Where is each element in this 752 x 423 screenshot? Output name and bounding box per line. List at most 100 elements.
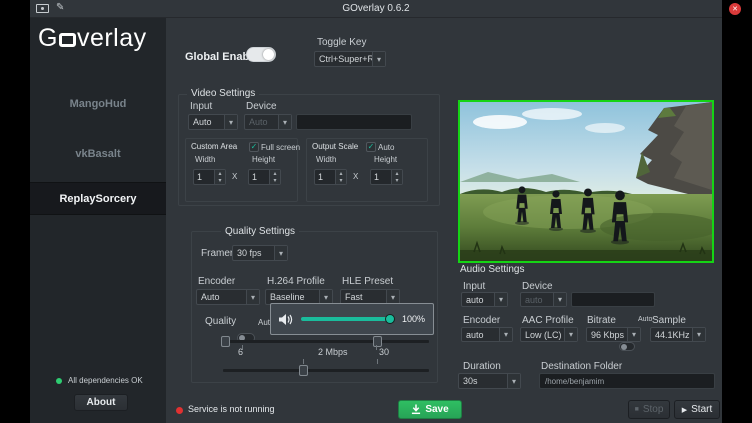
toggle-key-label: Toggle Key [317,37,366,48]
sidebar-item-vkbasalt[interactable]: vkBasalt [30,140,166,168]
stop-button[interactable]: ■ Stop [628,400,670,419]
output-width-stepper[interactable]: 1 ▴▾ [314,169,347,185]
audio-settings-title: Audio Settings [460,264,525,275]
volume-percent: 100% [402,314,425,324]
quality-max-handle[interactable] [373,336,382,347]
output-height-label: Height [374,155,397,164]
status-ok-dot [56,378,62,384]
save-button[interactable]: Save [398,400,462,419]
hle-preset-label: HLE Preset [342,276,393,287]
logo-text-prefix: G [38,24,58,53]
output-scale-title: Output Scale [312,142,358,151]
output-auto-label: Auto [378,143,394,152]
spin-up-icon[interactable]: ▴ [215,170,225,177]
chevron-down-icon: ▾ [246,290,259,304]
fullscreen-checkbox[interactable]: ✓ [249,142,259,152]
bitrate-slider-handle[interactable] [299,365,308,376]
bitrate-select[interactable]: 96 Kbps ▾ [586,327,641,342]
spin-up-icon[interactable]: ▴ [392,170,402,177]
volume-icon [279,313,293,326]
fullscreen-label: Full screen [261,143,300,152]
quality-min-handle[interactable] [221,336,230,347]
audio-input-select[interactable]: auto ▾ [461,292,508,307]
video-input-label: Input [190,101,212,112]
check-icon: ✓ [368,143,375,151]
custom-height-stepper[interactable]: 1 ▴▾ [248,169,281,185]
service-status-dot [176,407,183,414]
chevron-down-icon: ▾ [386,290,399,304]
aac-profile-label: AAC Profile [522,315,574,326]
save-icon [411,404,421,415]
volume-slider-handle[interactable] [385,314,395,324]
spin-down-icon[interactable]: ▾ [336,177,346,184]
custom-area-title: Custom Area [191,142,237,151]
quality-min-value: 6 [238,347,243,357]
service-status-text: Service is not running [188,404,275,414]
duration-select[interactable]: 30s ▾ [458,373,521,389]
chevron-down-icon: ▾ [319,290,332,304]
audio-device-select[interactable]: auto ▾ [520,292,567,307]
sample-label: Sample [652,315,686,326]
play-icon: ▶ [682,406,687,414]
titlebar: ✎ GOverlay 0.6.2 [30,0,722,18]
bitrate-auto-toggle[interactable] [619,342,635,351]
video-device-select[interactable]: Auto ▾ [244,114,292,130]
sidebar-item-replaysorcery[interactable]: ReplaySorcery [30,182,166,215]
spin-down-icon[interactable]: ▾ [215,177,225,184]
start-button[interactable]: ▶ Start [674,400,720,419]
quality-max-value: 30 [379,347,389,357]
video-device-field[interactable] [296,114,412,130]
sidebar: G verlay MangoHud vkBasalt ReplaySorcery… [30,18,166,423]
audio-device-field[interactable] [571,292,655,307]
window-title: GOverlay 0.6.2 [30,3,722,14]
quality-range-groove[interactable] [223,340,429,343]
spin-down-icon[interactable]: ▾ [270,177,280,184]
output-auto-checkbox[interactable]: ✓ [366,142,376,152]
spin-up-icon[interactable]: ▴ [336,170,346,177]
slider-tick [376,345,377,350]
chevron-down-icon: ▾ [494,293,507,306]
chevron-down-icon: ▾ [372,52,385,66]
quality-label: Quality [205,316,236,327]
chevron-down-icon: ▾ [627,328,640,341]
toggle-knob [263,49,274,60]
spin-down-icon[interactable]: ▾ [392,177,402,184]
volume-slider[interactable] [301,317,394,321]
destination-folder-field[interactable]: /home/benjamim [539,373,715,389]
audio-encoder-select[interactable]: auto ▾ [461,327,513,342]
logo-text-suffix: verlay [77,24,147,53]
global-enable-toggle[interactable] [246,47,276,62]
chevron-down-icon: ▾ [224,115,237,129]
video-input-select[interactable]: Auto ▾ [188,114,238,130]
destination-folder-label: Destination Folder [541,361,622,372]
encoder-select[interactable]: Auto ▾ [196,289,260,305]
bitrate-label: Bitrate [587,315,616,326]
stop-icon: ■ [635,406,639,413]
output-height-stepper[interactable]: 1 ▴▾ [370,169,403,185]
preview-image [458,100,714,263]
custom-width-stepper[interactable]: 1 ▴▾ [193,169,226,185]
toggle-key-select[interactable]: Ctrl+Super+R ▾ [314,51,386,67]
bitrate-auto-label: Auto [638,316,652,323]
video-settings-title: Video Settings [187,88,259,99]
bitrate-slider-groove[interactable] [223,369,429,372]
check-icon: ✓ [251,143,258,151]
audio-encoder-label: Encoder [463,315,500,326]
monitor-icon [59,33,76,47]
chevron-down-icon: ▾ [278,115,291,129]
slider-tick [377,359,378,364]
custom-width-label: Width [195,155,215,164]
sample-select[interactable]: 44.1KHz ▾ [650,327,706,342]
about-button[interactable]: About [74,394,128,411]
output-width-label: Width [316,155,336,164]
quality-settings-title: Quality Settings [221,226,299,237]
framerate-select[interactable]: 30 fps ▾ [232,245,288,261]
spin-up-icon[interactable]: ▴ [270,170,280,177]
close-icon: ✕ [732,5,738,13]
audio-input-label: Input [463,281,485,292]
bitrate-value-label: 2 Mbps [318,347,348,357]
sidebar-item-mangohud[interactable]: MangoHud [30,90,166,118]
aac-profile-select[interactable]: Low (LC) ▾ [520,327,578,342]
close-button[interactable]: ✕ [729,3,741,15]
custom-separator: X [232,172,237,181]
